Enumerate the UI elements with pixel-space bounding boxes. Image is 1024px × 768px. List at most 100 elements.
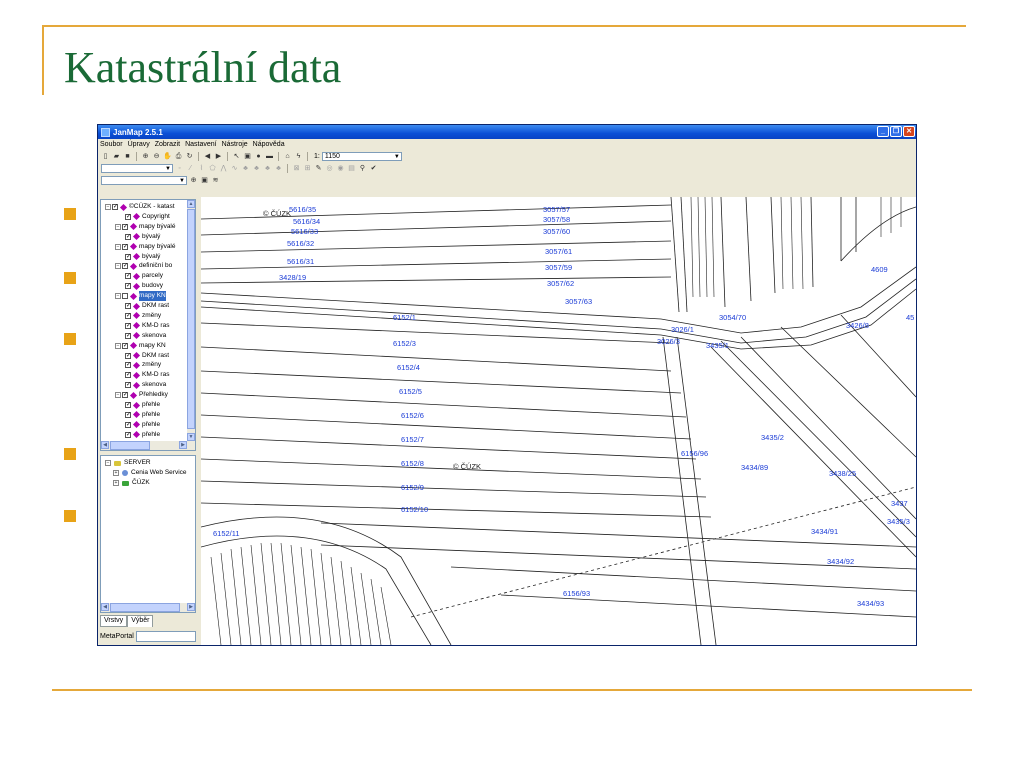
server-tree[interactable]: ◀ ▶ − SERVER + Cenia Web Service + ČÚZK (100, 455, 196, 613)
measure-icon[interactable]: ⚲ (358, 164, 367, 173)
layer-group[interactable]: − ✓ definiční bo (115, 261, 172, 271)
layer-checkbox[interactable]: ✓ (125, 253, 131, 260)
split-icon[interactable]: ⊠ (292, 164, 301, 173)
layer-select[interactable]: ▼ (101, 163, 173, 173)
polygon-tool-icon[interactable]: ⬠ (208, 164, 217, 173)
layer-item[interactable]: ✓ skenova (125, 380, 166, 390)
layer-item[interactable]: ✓ budovy (125, 281, 163, 291)
wrench-icon[interactable]: ✔ (369, 164, 378, 173)
edit-tool-icon[interactable]: ◦ (175, 164, 184, 173)
tab-vyber[interactable]: Výběr (127, 615, 154, 627)
expand-toggle-icon[interactable]: − (115, 342, 121, 349)
expand-toggle-icon[interactable]: − (105, 204, 111, 210)
node-remove-icon[interactable]: ♣ (252, 164, 261, 173)
expand-toggle-icon[interactable]: − (115, 223, 121, 230)
new-file-icon[interactable]: ▯ (101, 152, 110, 161)
lightning-icon[interactable]: ϟ (294, 152, 303, 161)
expand-toggle-icon[interactable]: − (115, 293, 121, 300)
metaportal-input[interactable] (135, 631, 196, 642)
circle-tool-icon[interactable]: ◎ (325, 164, 334, 173)
remove-layer-icon[interactable]: ≋ (211, 176, 220, 185)
layer-checkbox[interactable]: ✓ (125, 402, 131, 408)
minimize-button[interactable]: _ (877, 126, 889, 137)
layer-checkbox[interactable]: ✓ (122, 342, 128, 349)
expand-toggle-icon[interactable]: − (115, 243, 121, 250)
layer-checkbox[interactable]: ✓ (125, 213, 131, 220)
layers-horizontal-scrollbar[interactable]: ◀ ▶ (101, 441, 195, 450)
info-icon[interactable]: ● (254, 152, 263, 161)
layer-checkbox[interactable]: ✓ (122, 243, 128, 250)
scroll-thumb[interactable] (187, 209, 195, 429)
pan-hand-icon[interactable]: ✋ (163, 152, 172, 161)
expand-toggle-icon[interactable]: + (113, 480, 119, 486)
network-icon[interactable]: ⌂ (283, 152, 292, 161)
scroll-right-icon[interactable]: ▶ (187, 603, 195, 611)
layer-group[interactable]: − ✓ ©CÚZK - katast (105, 202, 175, 212)
scroll-up-icon[interactable]: ▲ (187, 200, 195, 208)
project-select[interactable]: ▼ (101, 175, 187, 185)
ruler-icon[interactable]: ▬ (265, 152, 274, 161)
layer-checkbox[interactable]: ✓ (125, 322, 131, 329)
layer-checkbox[interactable]: ✓ (125, 352, 131, 359)
node-add-icon[interactable]: ♣ (241, 164, 250, 173)
layer-item[interactable]: ✓ bývalý (125, 232, 160, 242)
scroll-left-icon[interactable]: ◀ (101, 603, 109, 611)
layer-checkbox[interactable]: ✓ (125, 431, 131, 438)
server-tree-item[interactable]: + ČÚZK (113, 478, 150, 488)
layer-item[interactable]: ✓ parcely (125, 271, 163, 281)
snap-icon[interactable]: ♣ (263, 164, 272, 173)
server-tree-item[interactable]: − SERVER (105, 458, 151, 468)
expand-toggle-icon[interactable]: − (115, 263, 121, 270)
scroll-thumb[interactable] (110, 441, 150, 450)
layer-checkbox[interactable]: ✓ (122, 263, 128, 270)
layer-checkbox[interactable]: ✓ (125, 332, 131, 339)
polyline-tool-icon[interactable]: ⌇ (197, 164, 206, 173)
menu-zobrazit[interactable]: Zobrazit (155, 141, 180, 148)
curve-tool-icon[interactable]: ∿ (230, 164, 239, 173)
expand-toggle-icon[interactable]: − (105, 460, 111, 466)
save-icon[interactable]: ■ (123, 152, 132, 161)
layer-item[interactable]: ✓ Copyright (125, 212, 170, 222)
layer-item[interactable]: ✓ bývalý (125, 252, 160, 262)
server-horizontal-scrollbar[interactable]: ◀ ▶ (101, 603, 195, 612)
layer-item[interactable]: ✓ přehle (125, 420, 160, 430)
map-canvas[interactable]: 5616/35 5616/34 5616/33 5616/32 5616/31 3428/… (201, 197, 916, 645)
layer-checkbox[interactable]: ✓ (125, 312, 131, 319)
layer-checkbox[interactable]: ✓ (125, 303, 131, 309)
layer-item[interactable]: ✓ skenova (125, 331, 166, 341)
layer-properties-icon[interactable]: ▣ (200, 176, 209, 185)
zoom-in-icon[interactable]: ⊕ (141, 152, 150, 161)
layer-group[interactable]: − ✓ mapy bývalé (115, 242, 176, 252)
layer-item[interactable]: ✓ přehle (125, 400, 160, 410)
layers-vertical-scrollbar[interactable]: ▲ ▼ (187, 200, 195, 450)
layer-checkbox[interactable]: ✓ (125, 372, 131, 379)
expand-toggle-icon[interactable]: − (115, 392, 121, 399)
snap-off-icon[interactable]: ♣ (274, 164, 283, 173)
layer-item[interactable]: ✓ změny (125, 311, 161, 321)
layer-item[interactable]: ✓ KM-D ras (125, 370, 169, 380)
scroll-right-icon[interactable]: ▶ (179, 441, 187, 449)
layer-item[interactable]: ✓ přehle (125, 410, 160, 420)
menu-nastroje[interactable]: Nástroje (222, 141, 248, 148)
layer-checkbox[interactable]: ✓ (125, 411, 131, 418)
scale-select[interactable]: 1150 ▼ (321, 151, 402, 161)
layer-checkbox[interactable]: ✓ (125, 273, 131, 280)
delete-icon[interactable]: ▤ (347, 164, 356, 173)
layers-tree[interactable]: ▲ ▼ ◀ ▶ − ✓ ©CÚZK - katast ✓ Copyright − ✓ mapy… (100, 199, 196, 451)
scroll-down-icon[interactable]: ▼ (187, 433, 195, 441)
merge-icon[interactable]: ⊞ (303, 164, 312, 173)
open-folder-icon[interactable]: ▰ (112, 152, 121, 161)
refresh-icon[interactable]: ↻ (185, 152, 194, 161)
layer-checkbox[interactable]: ✓ (122, 223, 128, 230)
scroll-left-icon[interactable]: ◀ (101, 441, 109, 449)
select-pointer-icon[interactable]: ↖ (232, 152, 241, 161)
menu-upravy[interactable]: Úpravy (128, 141, 150, 148)
layer-checkbox[interactable]: ✓ (122, 392, 128, 399)
layer-checkbox[interactable]: ✓ (125, 233, 131, 240)
print-icon[interactable]: ⎙ (174, 152, 183, 161)
layer-checkbox[interactable]: ✓ (112, 204, 118, 210)
layer-group[interactable]: − ✓ mapy bývalé (115, 222, 176, 232)
line-tool-icon[interactable]: ⁄ (186, 164, 195, 173)
menu-napoveda[interactable]: Nápověda (253, 141, 285, 148)
window-titlebar[interactable]: JanMap 2.5.1 _ ❐ ✕ (98, 125, 916, 139)
